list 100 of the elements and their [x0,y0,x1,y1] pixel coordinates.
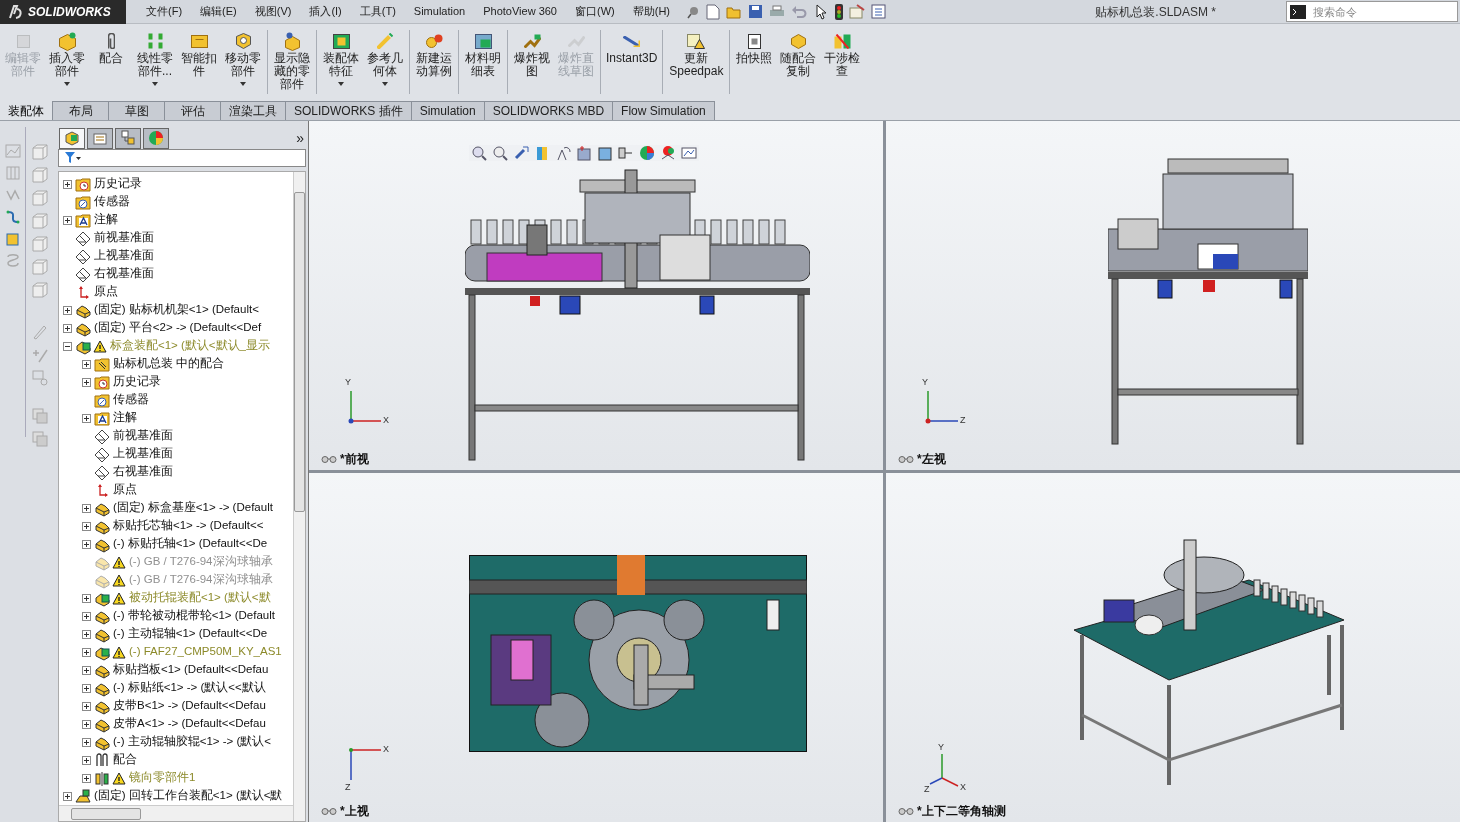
zoom-area-icon[interactable] [492,145,508,161]
tree-item[interactable]: 注解 [94,211,118,229]
tree-item[interactable]: 历史记录 [113,373,161,391]
expand-icon[interactable] [63,305,72,315]
expand-icon[interactable] [82,521,91,531]
tree-item[interactable]: 传感器 [94,193,130,211]
expand-icon[interactable] [82,503,91,513]
view-orientation-icon[interactable] [576,145,592,161]
panel-tab[interactable] [59,127,85,149]
search-field[interactable]: 搜索命令 [1286,1,1458,22]
expand-icon[interactable] [82,593,91,603]
tab[interactable]: Simulation [411,101,485,120]
expand-icon[interactable] [82,773,91,783]
more-button[interactable]: » [296,127,304,149]
panel-tab[interactable] [115,127,141,149]
tab[interactable]: Flow Simulation [613,101,715,120]
tree-item[interactable]: (-) 主动辊轴胶辊<1> -> (默认< [113,733,271,751]
tree-item[interactable]: (-) 主动辊轴<1> (Default<<De [113,625,268,643]
expand-icon[interactable] [82,359,91,369]
toolbar-button[interactable]: 爆炸视图 [510,30,554,80]
tree-item[interactable]: 右视基准面 [113,463,173,481]
caret-icon[interactable] [64,82,70,86]
tree-item[interactable]: 上视基准面 [113,445,173,463]
tab[interactable]: 渲染工具 [221,101,286,120]
glasses-icon[interactable] [321,454,337,464]
tree-item[interactable]: 皮带A<1> -> (Default<<Defau [113,715,266,733]
viewport[interactable]: Y Z X *上下二等角轴测 [886,473,1460,822]
toolbar-button[interactable]: 插入零部件 [45,30,89,88]
tree-item[interactable]: 传感器 [113,391,149,409]
tree-item[interactable]: 被动托辊装配<1> (默认<默 [129,589,271,607]
tree-item[interactable]: (固定) 回转工作台装配<1> (默认<默 [94,787,283,805]
menu-item[interactable]: 窗口(W) [567,0,623,23]
previous-view-icon[interactable] [513,145,529,161]
save-icon[interactable] [748,4,763,19]
menu-item[interactable]: 帮助(H) [624,0,678,23]
tree-item[interactable]: 配合 [113,751,137,769]
expand-icon[interactable] [82,377,91,387]
tree-item[interactable]: 历史记录 [94,175,142,193]
tab[interactable]: SOLIDWORKS MBD [484,101,614,120]
menu-item[interactable]: 文件(F) [138,0,191,23]
glasses-icon[interactable] [898,454,914,464]
glasses-icon[interactable] [321,806,337,816]
expand-icon[interactable] [82,539,91,549]
tab[interactable]: SOLIDWORKS 插件 [286,101,412,120]
toolbar-button[interactable]: 智能扣件 [177,30,221,80]
caret-icon[interactable] [338,82,344,86]
list-icon[interactable] [871,4,886,19]
toolbar-button[interactable]: 随配合复制 [776,30,821,80]
toolbar-button[interactable]: 装配体特征 [319,30,363,88]
menu-item[interactable]: 编辑(E) [192,0,245,23]
tree-item[interactable]: (-) 标贴纸<1> -> (默认<<默认 [113,679,266,697]
traffic-light-icon[interactable] [835,3,843,20]
expand-icon[interactable] [63,791,72,801]
tab[interactable]: 布局 [53,101,109,120]
toolbar-button[interactable]: 移动零部件 [221,30,265,88]
expand-icon[interactable] [82,647,91,657]
panel-tab[interactable] [143,127,169,149]
tree-item[interactable]: 标盒装配<1> (默认<默认_显示 [110,337,270,355]
expand-icon[interactable] [82,629,91,639]
tree-item[interactable]: (固定) 贴标机机架<1> (Default< [94,301,259,319]
tree-item[interactable]: 前视基准面 [94,229,154,247]
expand-icon[interactable] [63,215,72,225]
tree-item[interactable]: 贴标机总装 中的配合 [113,355,225,373]
pin-icon[interactable] [686,4,700,19]
tree-item[interactable]: 原点 [113,481,137,499]
tree-item[interactable]: 注解 [113,409,137,427]
tree-item[interactable]: (-) 标贴托轴<1> (Default<<De [113,535,268,553]
tree-item[interactable]: (固定) 平台<2> -> (Default<<Def [94,319,262,337]
expand-icon[interactable] [82,719,91,729]
tree-item[interactable]: (-) 带轮被动棍带轮<1> (Default [113,607,275,625]
view-settings-icon[interactable] [681,145,697,161]
viewport[interactable]: Y X *前视 [309,121,883,470]
tree-item[interactable]: (-) FAF27_CMP50M_KY_AS1 [129,643,282,661]
panel-tab[interactable] [87,127,113,149]
tree-item[interactable]: (固定) 标盒基座<1> -> (Default [113,499,273,517]
toolbar-button[interactable]: 干涉检查 [820,30,865,80]
menu-item[interactable]: 插入(I) [301,0,350,23]
options-icon[interactable] [849,4,865,19]
menu-item[interactable]: Simulation [405,0,474,23]
vertical-scrollbar[interactable] [293,172,305,821]
expand-icon[interactable] [82,755,91,765]
toolbar-button[interactable]: 参考几何体 [363,30,407,88]
section-view-icon[interactable] [534,145,550,161]
expand-icon[interactable] [63,323,72,333]
tree-item[interactable]: 原点 [94,283,118,301]
toolbar-button[interactable]: Instant3D [603,30,661,67]
glasses-icon[interactable] [898,806,914,816]
expand-icon[interactable] [82,683,91,693]
toolbar-button[interactable]: 配合 [89,30,133,67]
collapse-icon[interactable] [63,341,72,351]
filter-icon[interactable] [65,152,81,164]
annotation-view-icon[interactable] [555,145,571,161]
spline-icon[interactable] [4,209,21,225]
cursor-icon[interactable] [813,3,829,20]
toolbar-button[interactable]: 材料明细表 [461,30,505,80]
expand-icon[interactable] [82,413,91,423]
print-icon[interactable] [769,4,785,19]
tree-item[interactable]: 前视基准面 [113,427,173,445]
toolbar-button[interactable]: 新建运动算例 [412,30,456,80]
display-style-icon[interactable] [597,145,613,161]
